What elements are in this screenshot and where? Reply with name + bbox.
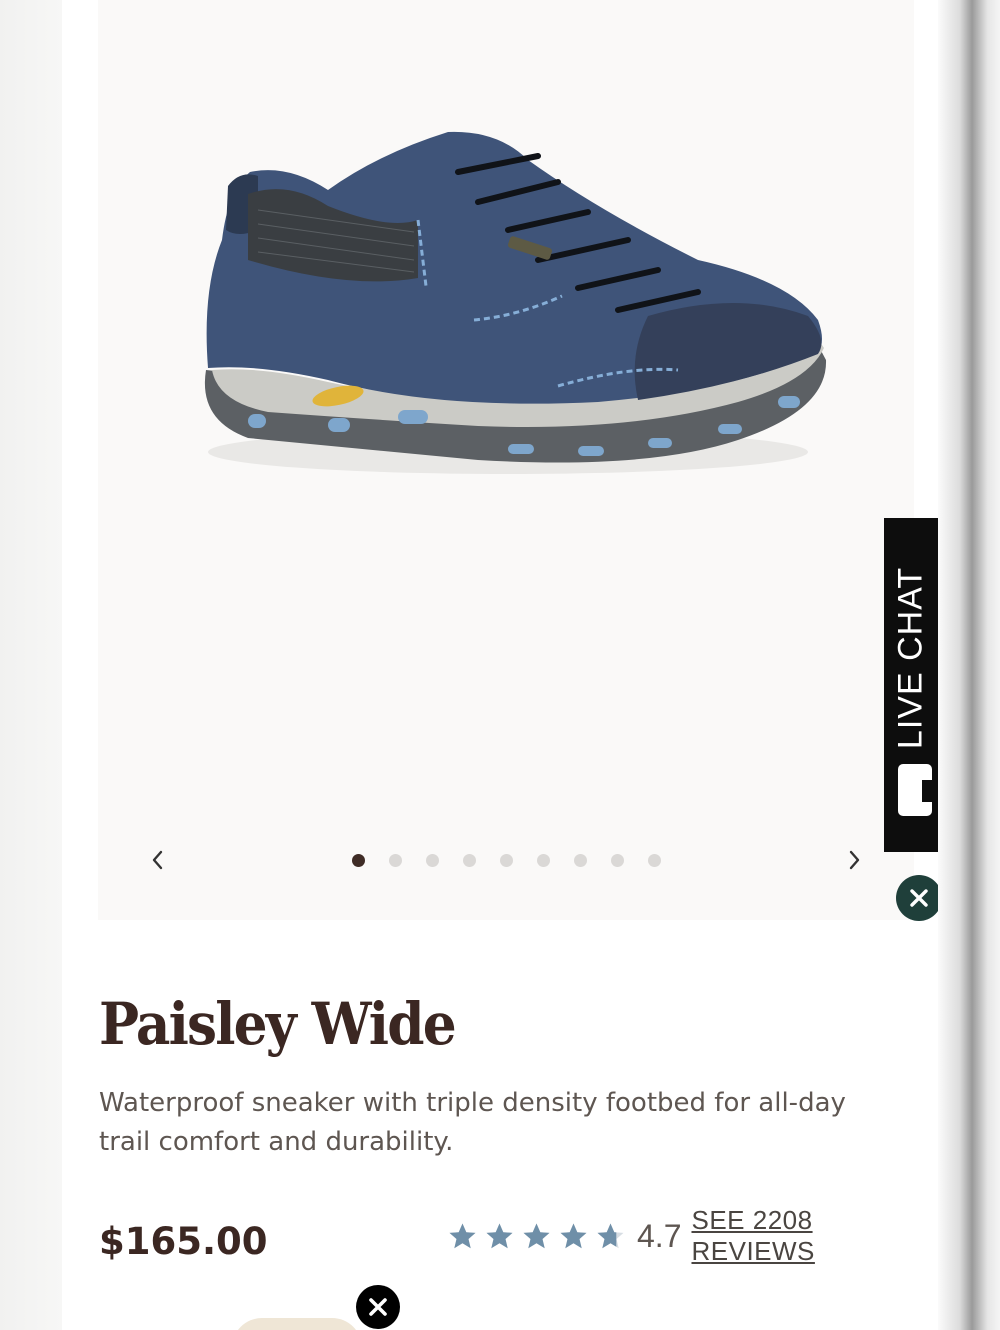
- star-icon: [597, 1223, 624, 1248]
- star-icon: [449, 1223, 476, 1248]
- see-reviews-link[interactable]: SEE 2208 REVIEWS: [691, 1205, 938, 1267]
- rating-value: 4.7: [637, 1217, 682, 1254]
- carousel-dot[interactable]: [574, 854, 587, 867]
- product-title: Paisley Wide: [99, 990, 457, 1058]
- image-gallery[interactable]: [98, 0, 938, 921]
- dismiss-button[interactable]: [896, 875, 938, 921]
- carousel-dots: [352, 854, 661, 867]
- carousel-dot[interactable]: [648, 854, 661, 867]
- carousel-dot[interactable]: [463, 854, 476, 867]
- right-backdrop: [938, 0, 1000, 1330]
- carousel-dot[interactable]: [537, 854, 550, 867]
- close-icon: [369, 1298, 387, 1316]
- carousel-dot[interactable]: [426, 854, 439, 867]
- close-icon: [910, 889, 928, 907]
- product-price: $165.00: [99, 1220, 268, 1263]
- product-description: Waterproof sneaker with triple density f…: [99, 1088, 846, 1157]
- chevron-left-icon: [152, 850, 163, 870]
- star-rating: [448, 1222, 625, 1251]
- carousel-dot[interactable]: [352, 854, 365, 867]
- rating-summary: 4.7 SEE 2208 REVIEWS: [448, 1205, 938, 1266]
- chat-bubble-icon: [898, 764, 934, 816]
- star-icon: [560, 1223, 587, 1248]
- carousel-dot[interactable]: [611, 854, 624, 867]
- star-icon: [523, 1223, 550, 1248]
- left-backdrop: [0, 0, 62, 1330]
- next-image-button[interactable]: [838, 844, 870, 876]
- promo-popup-peek: [232, 1318, 362, 1330]
- prev-image-button[interactable]: [142, 844, 174, 876]
- carousel-dot[interactable]: [500, 854, 513, 867]
- product-page: LIVE CHAT Paisley Wide Waterproof sneake…: [62, 0, 938, 1330]
- chevron-right-icon: [849, 850, 860, 870]
- promo-close-button[interactable]: [356, 1285, 400, 1329]
- star-icon: [486, 1223, 513, 1248]
- live-chat-label: LIVE CHAT: [891, 566, 930, 750]
- carousel-dot[interactable]: [389, 854, 402, 867]
- product-image: [204, 131, 827, 474]
- live-chat-tab[interactable]: LIVE CHAT: [884, 518, 938, 852]
